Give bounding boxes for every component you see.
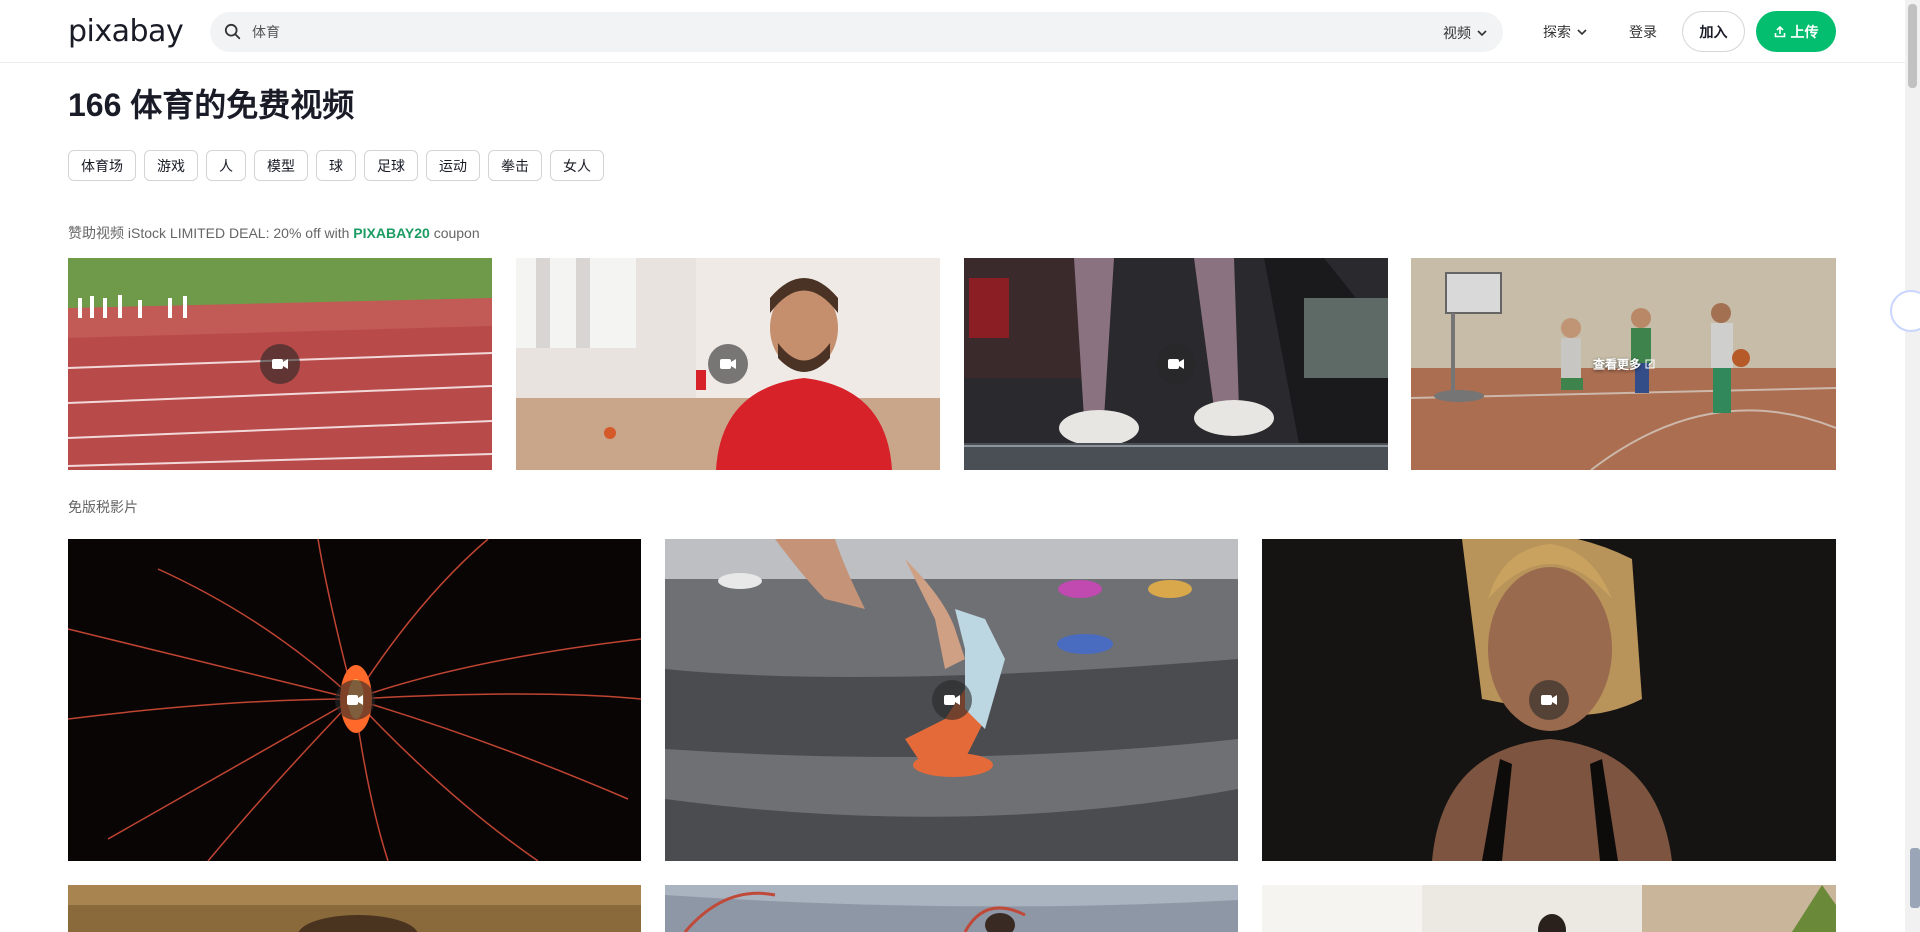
sponsored-video-tile[interactable] (68, 258, 492, 470)
external-link-icon (1645, 359, 1655, 369)
page-scrollbar[interactable] (1905, 0, 1920, 932)
tag-chip[interactable]: 拳击 (488, 150, 542, 181)
sponsored-video-tile[interactable] (964, 258, 1388, 470)
chevron-down-icon (1577, 29, 1587, 36)
sunset-scene-thumbnail (68, 885, 641, 932)
tag-chip[interactable]: 游戏 (144, 150, 198, 181)
video-camera-icon (720, 359, 736, 369)
video-camera-icon (1541, 695, 1557, 705)
top-header: pixabay 视频 探索 登录 加入 上传 (0, 0, 1905, 63)
see-more-label: 查看更多 (1592, 357, 1642, 372)
side-panel-handle[interactable] (1910, 848, 1920, 908)
related-tags: 体育场 游戏 人 模型 球 足球 运动 拳击 女人 (68, 150, 604, 181)
sponsor-prefix: 赞助视频 iStock LIMITED DEAL: 20% off with (68, 225, 354, 241)
upload-label: 上传 (1790, 23, 1819, 40)
video-badge (1529, 680, 1569, 720)
upload-button[interactable]: 上传 (1756, 11, 1836, 52)
video-badge (931, 680, 972, 720)
sponsored-video-tile[interactable] (516, 258, 940, 470)
video-camera-icon (346, 695, 363, 705)
video-badge (260, 344, 300, 384)
see-more-tile[interactable]: 查看更多 (1411, 258, 1836, 470)
video-tile[interactable] (68, 539, 641, 861)
video-camera-icon (943, 695, 960, 705)
media-type-label: 视频 (1443, 25, 1471, 41)
sponsor-suffix: coupon (429, 225, 480, 241)
tag-chip[interactable]: 女人 (550, 150, 604, 181)
login-link[interactable]: 登录 (1629, 22, 1657, 42)
media-type-select[interactable]: 视频 (1443, 23, 1487, 43)
scroll-thumb[interactable] (1908, 4, 1917, 88)
chevron-down-icon (1477, 30, 1487, 37)
video-tile[interactable] (665, 539, 1238, 861)
tag-chip[interactable]: 运动 (426, 150, 480, 181)
pixabay-logo[interactable]: pixabay (68, 14, 184, 49)
tag-chip[interactable]: 足球 (364, 150, 418, 181)
video-tile[interactable] (1262, 885, 1836, 932)
assistant-widget-icon[interactable] (1890, 290, 1920, 332)
video-badge (1156, 344, 1196, 384)
join-button[interactable]: 加入 (1682, 11, 1745, 52)
upload-icon (1774, 25, 1785, 37)
video-badge (708, 344, 748, 384)
explore-label: 探索 (1543, 24, 1571, 40)
video-tile[interactable] (665, 885, 1238, 932)
tag-chip[interactable]: 模型 (254, 150, 308, 181)
jump-rope-thumbnail (665, 885, 1238, 932)
search-icon (224, 23, 241, 40)
bright-room-thumbnail (1262, 885, 1836, 932)
video-badge (334, 680, 375, 720)
video-camera-icon (272, 359, 288, 369)
tag-chip[interactable]: 球 (316, 150, 356, 181)
see-more-link[interactable]: 查看更多 (1592, 356, 1655, 373)
free-footage-label: 免版税影片 (68, 499, 138, 515)
search-input[interactable] (252, 12, 1352, 52)
tag-chip[interactable]: 体育场 (68, 150, 136, 181)
video-tile[interactable] (68, 885, 641, 932)
coupon-code: PIXABAY20 (353, 225, 430, 241)
sponsored-label: 赞助视频 iStock LIMITED DEAL: 20% off with P… (68, 223, 480, 243)
page-title: 166 体育的免费视频 (68, 87, 355, 123)
tag-chip[interactable]: 人 (206, 150, 246, 181)
search-bar[interactable]: 视频 (210, 12, 1503, 52)
video-camera-icon (1168, 359, 1184, 369)
explore-menu[interactable]: 探索 (1543, 22, 1587, 42)
video-tile[interactable] (1262, 539, 1836, 861)
